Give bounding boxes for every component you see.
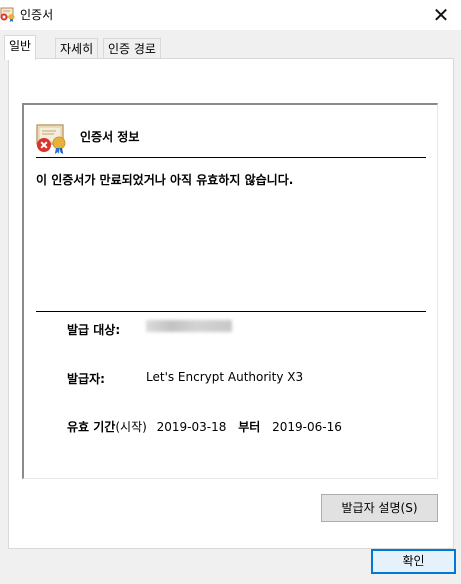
section-title: 인증서 정보: [80, 130, 140, 144]
close-button[interactable]: ✕: [427, 2, 455, 28]
validity-warning: 이 인증서가 만료되었거나 아직 유효하지 않습니다.: [36, 173, 294, 187]
valid-from: 2019-03-18: [156, 420, 227, 434]
title-bar: 인증서 ✕: [0, 0, 461, 30]
validity-row: 유효 기간(시작) 2019-03-18 부터 2019-06-16: [67, 418, 342, 435]
general-tab-panel: 인증서 정보 이 인증서가 만료되었거나 아직 유효하지 않습니다. 발급 대상…: [8, 58, 454, 549]
tab-general[interactable]: 일반: [4, 35, 37, 60]
details-divider: [36, 311, 426, 312]
window-title: 인증서: [20, 8, 54, 22]
invalid-certificate-icon: [36, 122, 68, 154]
valid-to: 2019-06-16: [272, 420, 342, 434]
close-icon: ✕: [432, 3, 450, 27]
issuer-statement-button[interactable]: 발급자 설명(S): [321, 494, 438, 522]
issued-by-label: 발급자:: [67, 372, 105, 386]
issued-by-value: Let's Encrypt Authority X3: [146, 370, 304, 384]
validity-label: 유효 기간: [67, 420, 116, 434]
validity-label-suffix: (시작): [115, 420, 147, 434]
certificate-icon: [0, 6, 16, 22]
issued-to-label: 발급 대상:: [67, 323, 121, 337]
ok-button[interactable]: 확인: [371, 549, 456, 574]
dialog-body: 일반 자세히 인증 경로 인증서 정보 이 인증서가 만료되었거나 아직 유효하…: [0, 30, 461, 584]
tab-details[interactable]: 자세히: [55, 38, 99, 58]
tab-certification-path[interactable]: 인증 경로: [103, 38, 161, 58]
issued-to-value-redacted: [146, 320, 232, 332]
certificate-info-box: 인증서 정보 이 인증서가 만료되었거나 아직 유효하지 않습니다. 발급 대상…: [22, 103, 438, 479]
to-word: 부터: [238, 420, 261, 434]
header-divider: [36, 157, 426, 158]
